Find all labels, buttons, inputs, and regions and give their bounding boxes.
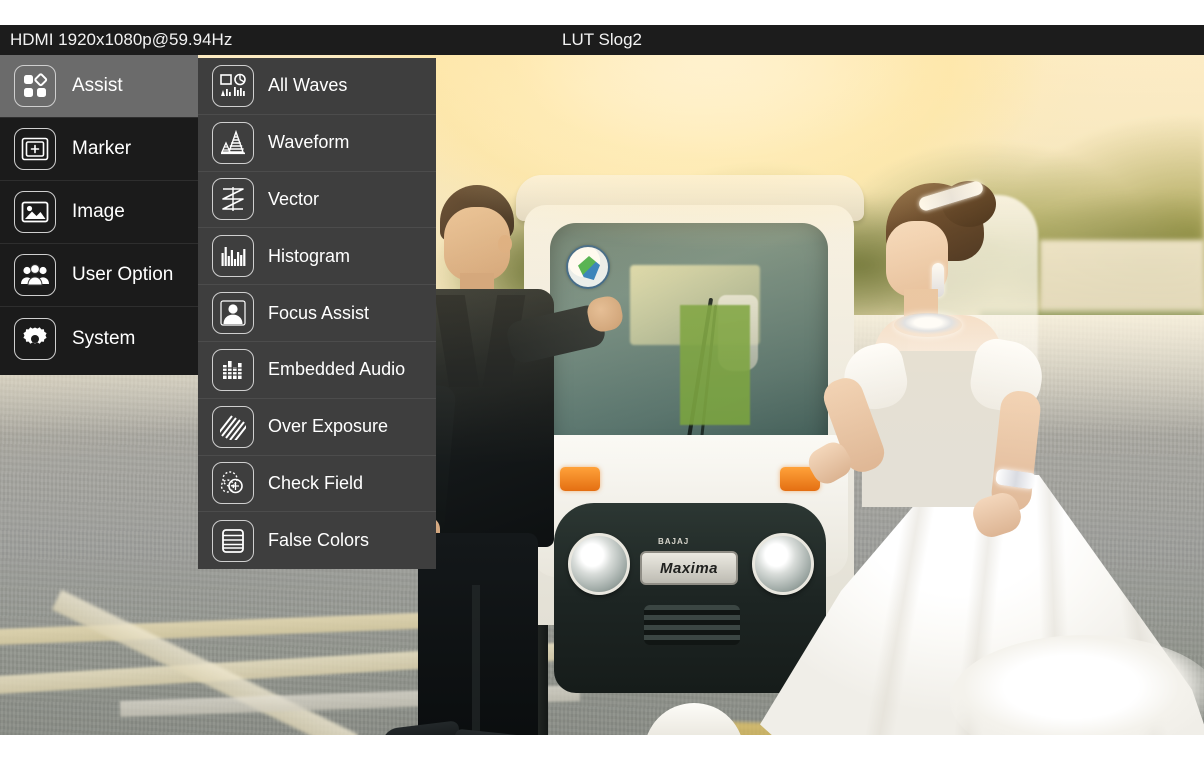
- all-waves-icon: [212, 65, 254, 107]
- submenu-item-label: Focus Assist: [268, 303, 369, 324]
- submenu-item-false-colors[interactable]: False Colors: [198, 512, 436, 569]
- submenu-item-label: Embedded Audio: [268, 359, 405, 380]
- submenu-item-vector[interactable]: Vector: [198, 172, 436, 229]
- submenu-item-waveform[interactable]: Waveform: [198, 115, 436, 172]
- front-grille-vents: [644, 605, 740, 645]
- sidebar-item-image[interactable]: Image: [0, 181, 198, 244]
- submenu-item-label: Waveform: [268, 132, 349, 153]
- submenu-item-focus-assist[interactable]: Focus Assist: [198, 285, 436, 342]
- sidebar-item-label: Assist: [72, 75, 123, 97]
- sidebar-item-system[interactable]: System: [0, 307, 198, 370]
- focus-assist-icon: [212, 292, 254, 334]
- false-colors-icon: [212, 520, 254, 562]
- front-fender: [644, 703, 744, 735]
- submenu-item-label: Over Exposure: [268, 416, 388, 437]
- sidebar-item-marker[interactable]: Marker: [0, 118, 198, 181]
- submenu-item-label: All Waves: [268, 75, 347, 96]
- sidebar-item-label: System: [72, 328, 135, 350]
- lut-label: LUT Slog2: [0, 30, 1204, 50]
- main-menu-sidebar[interactable]: Assist Marker Image: [0, 55, 198, 375]
- vehicle-model-badge: Maxima: [640, 551, 738, 585]
- bride-necklace: [894, 313, 962, 337]
- image-icon: [14, 191, 56, 233]
- assist-submenu-panel[interactable]: All Waves Waveform Vector: [198, 58, 436, 569]
- submenu-item-label: False Colors: [268, 530, 369, 551]
- submenu-item-label: Histogram: [268, 246, 350, 267]
- submenu-item-histogram[interactable]: Histogram: [198, 228, 436, 285]
- vehicle-brand-text: BAJAJ: [658, 537, 689, 546]
- sidebar-item-label: User Option: [72, 264, 173, 286]
- marker-icon: [14, 128, 56, 170]
- groom-leg-separation: [472, 585, 480, 735]
- rickshaw-nose-cowl: [554, 503, 826, 693]
- monitor-osd-screen: BAJAJ Maxima: [0, 0, 1204, 765]
- groom-ear: [498, 235, 512, 253]
- vector-icon: [212, 178, 254, 220]
- sidebar-item-label: Marker: [72, 138, 131, 160]
- bride-figure: [800, 165, 1204, 735]
- submenu-item-check-field[interactable]: Check Field: [198, 456, 436, 513]
- assist-icon: [14, 65, 56, 107]
- osd-status-bar: HDMI 1920x1080p@59.94Hz LUT Slog2: [0, 25, 1204, 55]
- check-field-icon: [212, 462, 254, 504]
- sidebar-item-user-option[interactable]: User Option: [0, 244, 198, 307]
- histogram-icon: [212, 235, 254, 277]
- submenu-item-label: Vector: [268, 189, 319, 210]
- windshield-sticker: [566, 245, 610, 289]
- submenu-item-embedded-audio[interactable]: Embedded Audio: [198, 342, 436, 399]
- headlight-left: [568, 533, 630, 595]
- submenu-item-over-exposure[interactable]: Over Exposure: [198, 399, 436, 456]
- submenu-item-all-waves[interactable]: All Waves: [198, 58, 436, 115]
- flower-bouquet: [680, 305, 750, 425]
- embedded-audio-icon: [212, 349, 254, 391]
- over-exposure-icon: [212, 406, 254, 448]
- waveform-icon: [212, 122, 254, 164]
- user-option-icon: [14, 254, 56, 296]
- system-gear-icon: [14, 318, 56, 360]
- submenu-item-label: Check Field: [268, 473, 363, 494]
- sidebar-item-label: Image: [72, 201, 125, 223]
- sidebar-item-assist[interactable]: Assist: [0, 55, 198, 118]
